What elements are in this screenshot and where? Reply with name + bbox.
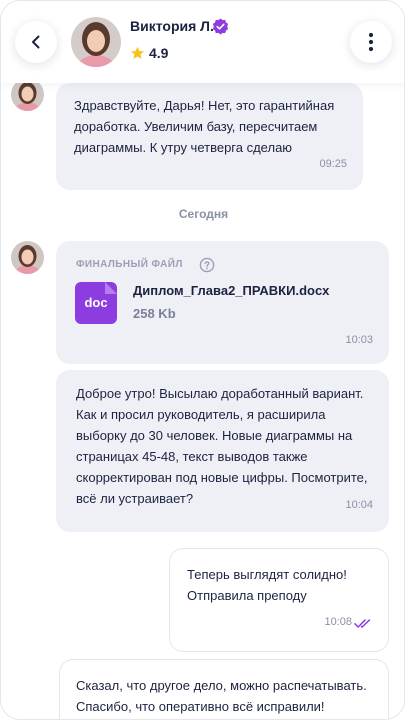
header-avatar[interactable] [71, 17, 121, 67]
message-text: Здравствуйте, Дарья! Нет, это гарантийна… [74, 98, 335, 155]
file-label: ФИНАЛЬНЫЙ ФАЙЛ [76, 259, 183, 270]
file-message-bubble[interactable]: ФИНАЛЬНЫЙ ФАЙЛ doc Диплом_Глава2_ПРАВКИ.… [56, 241, 389, 364]
more-vertical-icon [368, 32, 374, 52]
message-bubble[interactable]: Здравствуйте, Дарья! Нет, это гарантийна… [56, 83, 363, 190]
chat-area[interactable]: Здравствуйте, Дарья! Нет, это гарантийна… [1, 1, 404, 719]
file-size: 258 Kb [133, 306, 176, 321]
message-time: 10:04 [345, 499, 373, 511]
double-check-icon [354, 619, 371, 628]
chevron-left-icon [32, 35, 40, 49]
file-type-label: doc [84, 295, 108, 310]
rating: 4.9 [130, 45, 168, 61]
message-text: Доброе утро! Высылаю доработанный вариан… [76, 386, 368, 506]
day-separator: Сегодня [178, 207, 229, 221]
help-icon[interactable] [199, 257, 215, 273]
message-time: 09:25 [319, 158, 347, 170]
verified-badge-icon [212, 18, 229, 35]
back-button[interactable] [15, 21, 57, 63]
more-options-button[interactable] [350, 21, 392, 63]
star-icon [131, 46, 144, 59]
contact-name[interactable]: Виктория Л. [130, 18, 214, 34]
chat-header: Виктория Л. 4.9 [1, 1, 404, 83]
message-text: Теперь выглядят солидно! Отправила препо… [187, 567, 347, 603]
phone-frame: Здравствуйте, Дарья! Нет, это гарантийна… [0, 0, 405, 720]
outgoing-message-bubble[interactable]: Теперь выглядят солидно! Отправила препо… [169, 548, 389, 652]
doc-file-icon[interactable]: doc [75, 282, 117, 324]
rating-value: 4.9 [149, 45, 169, 61]
message-time: 10:03 [345, 334, 373, 346]
message-time: 10:08 [324, 616, 352, 628]
file-name[interactable]: Диплом_Глава2_ПРАВКИ.docx [133, 283, 329, 298]
message-bubble[interactable]: Доброе утро! Высылаю доработанный вариан… [56, 370, 389, 532]
contact-avatar[interactable] [11, 241, 44, 274]
message-text: Сказал, что другое дело, можно распечаты… [76, 678, 367, 714]
outgoing-message-bubble[interactable]: Сказал, что другое дело, можно распечаты… [59, 659, 389, 719]
